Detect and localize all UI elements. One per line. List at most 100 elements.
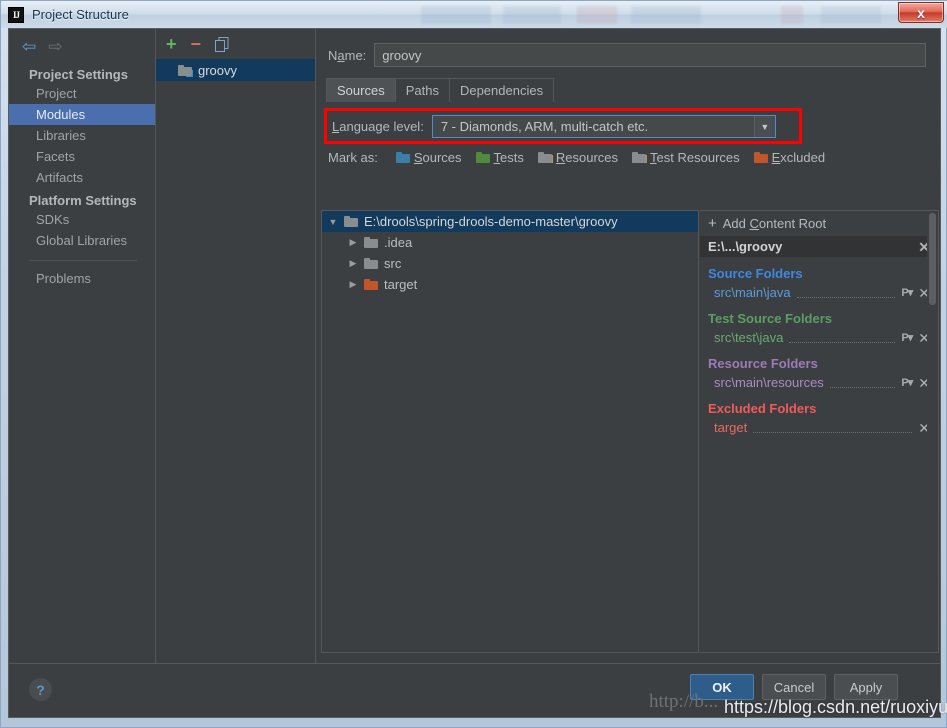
settings-sidebar: ⇦ ⇨ Project Settings Project Modules Lib… — [9, 29, 156, 663]
excluded-folder-entry[interactable]: target ✕ — [700, 418, 938, 437]
tree-row[interactable]: ▶ .idea — [322, 232, 698, 253]
sidebar-item-artifacts[interactable]: Artifacts — [9, 167, 155, 188]
mark-as-excluded-button[interactable]: Excluded — [753, 150, 826, 165]
sidebar-group-platform-settings: Platform Settings — [29, 193, 137, 208]
chevron-down-icon[interactable]: ▼ — [322, 217, 344, 227]
language-level-value: 7 - Diamonds, ARM, multi-catch etc. — [440, 119, 649, 134]
close-icon[interactable]: x — [898, 2, 944, 23]
source-folder-entry[interactable]: src\main\java P▾ ✕ — [700, 283, 938, 302]
window-titlebar: IJ Project Structure x — [1, 1, 947, 28]
sidebar-item-project[interactable]: Project — [9, 83, 155, 104]
sidebar-item-global-libraries[interactable]: Global Libraries — [9, 230, 155, 251]
sidebar-group-project-settings: Project Settings — [29, 67, 128, 82]
module-tabs: Sources Paths Dependencies — [326, 78, 940, 102]
mark-as-tests-label: Tests — [493, 150, 524, 165]
help-icon[interactable]: ? — [29, 678, 52, 701]
tab-dependencies[interactable]: Dependencies — [448, 78, 555, 102]
content-root-header: E:\...\groovy ✕ — [700, 236, 938, 257]
tree-row[interactable]: ▶ target — [322, 274, 698, 295]
module-name-input[interactable] — [374, 43, 926, 67]
modules-list-panel: + − groovy — [156, 29, 316, 663]
chevron-right-icon[interactable]: ▶ — [342, 237, 364, 248]
chevron-right-icon[interactable]: ▶ — [342, 258, 364, 269]
mark-as-sources-button[interactable]: Sources — [395, 150, 462, 165]
excluded-folder-path: target — [714, 420, 748, 435]
sidebar-item-sdks[interactable]: SDKs — [9, 209, 155, 230]
modules-toolbar: + − — [156, 29, 315, 59]
cancel-button[interactable]: Cancel — [762, 674, 826, 700]
resource-folder-path: src\main\resources — [714, 375, 824, 390]
language-level-select[interactable]: 7 - Diamonds, ARM, multi-catch etc. ▼ — [431, 115, 776, 138]
content-root-path: E:\...\groovy — [708, 239, 783, 254]
tab-sources[interactable]: Sources — [326, 78, 396, 102]
module-name-label: Name: — [328, 47, 367, 63]
folder-green-icon — [475, 152, 490, 163]
mark-as-label: Mark as: — [328, 150, 378, 165]
dialog-footer: ? OK Cancel Apply — [9, 663, 940, 717]
dialog-body: ⇦ ⇨ Project Settings Project Modules Lib… — [8, 28, 941, 718]
package-prefix-icon[interactable]: P▾ — [901, 331, 913, 344]
content-root-tree[interactable]: ▼ E:\drools\spring-drools-demo-master\gr… — [321, 210, 699, 653]
content-roots-panel: + Add Content Root E:\...\groovy ✕ Sourc… — [700, 210, 939, 653]
plus-icon: + — [708, 215, 717, 232]
dotted-leader — [753, 423, 913, 433]
category-title-resource-folders: Resource Folders — [708, 356, 818, 371]
category-title-excluded-folders: Excluded Folders — [708, 401, 817, 416]
tab-paths[interactable]: Paths — [394, 78, 450, 102]
intellij-logo-icon: IJ — [8, 6, 24, 23]
tree-row[interactable]: ▼ E:\drools\spring-drools-demo-master\gr… — [322, 211, 698, 232]
chevron-right-icon[interactable]: ▶ — [342, 279, 364, 290]
source-folder-path: src\main\java — [714, 285, 791, 300]
test-source-folder-entry[interactable]: src\test\java P▾ ✕ — [700, 328, 938, 347]
window-title: Project Structure — [32, 7, 129, 22]
package-prefix-icon[interactable]: P▾ — [901, 376, 913, 389]
add-content-root-label: Add Content Root — [722, 216, 827, 231]
copy-module-icon[interactable] — [215, 36, 229, 52]
language-level-label: Language level: — [332, 119, 424, 134]
back-arrow-icon[interactable]: ⇦ — [22, 38, 36, 62]
dotted-leader — [829, 378, 896, 388]
module-detail-pane: Name: Sources Paths Dependencies Languag… — [316, 29, 940, 663]
dotted-leader — [796, 288, 896, 298]
add-content-root-button[interactable]: + Add Content Root — [700, 211, 938, 236]
module-name-row: Name: — [316, 29, 940, 67]
ok-button[interactable]: OK — [690, 674, 754, 700]
folder-resources-icon — [537, 152, 553, 163]
remove-module-icon[interactable]: − — [191, 35, 202, 53]
sidebar-item-libraries[interactable]: Libraries — [9, 125, 155, 146]
tree-row-label: E:\drools\spring-drools-demo-master\groo… — [364, 214, 618, 229]
mark-as-sources-label: Sources — [413, 150, 462, 165]
module-item-label: groovy — [198, 62, 238, 78]
mark-as-test-resources-button[interactable]: Test Resources — [632, 150, 740, 165]
tree-row[interactable]: ▶ src — [322, 253, 698, 274]
scrollbar-thumb[interactable] — [929, 213, 936, 305]
project-structure-window: IJ Project Structure x ⇦ ⇨ Project Setti… — [0, 0, 947, 728]
sidebar-item-modules[interactable]: Modules — [9, 104, 155, 125]
add-module-icon[interactable]: + — [166, 35, 177, 53]
mark-as-tests-button[interactable]: Tests — [475, 150, 524, 165]
sidebar-nav-arrows: ⇦ ⇨ — [9, 29, 155, 62]
package-prefix-icon[interactable]: P▾ — [901, 286, 913, 299]
tree-row-label: .idea — [384, 235, 413, 250]
chevron-down-icon[interactable]: ▼ — [753, 116, 775, 137]
apply-button[interactable]: Apply — [834, 674, 898, 700]
module-list-item-groovy[interactable]: groovy — [156, 59, 315, 81]
sidebar-item-facets[interactable]: Facets — [9, 146, 155, 167]
folder-orange-icon — [364, 279, 378, 290]
content-roots-scrollbar[interactable] — [927, 211, 938, 652]
folder-gray-icon — [364, 258, 378, 269]
sidebar-divider — [29, 260, 137, 261]
sidebar-item-problems[interactable]: Problems — [9, 268, 155, 289]
mark-as-toolbar: Mark as: Sources Tests Resources Test Re… — [316, 144, 940, 170]
mark-as-resources-button[interactable]: Resources — [537, 150, 619, 165]
mark-as-resources-label: Resources — [555, 150, 619, 165]
tree-row-label: src — [384, 256, 402, 271]
module-folder-icon — [178, 64, 193, 77]
mark-as-test-resources-label: Test Resources — [650, 150, 740, 165]
mark-as-excluded-label: Excluded — [771, 150, 826, 165]
resource-folder-entry[interactable]: src\main\resources P▾ ✕ — [700, 373, 938, 392]
forward-arrow-icon[interactable]: ⇨ — [48, 38, 62, 62]
language-level-row: Language level: 7 - Diamonds, ARM, multi… — [324, 108, 940, 144]
folder-gray-icon — [344, 216, 358, 227]
folder-orange-icon — [753, 152, 768, 163]
